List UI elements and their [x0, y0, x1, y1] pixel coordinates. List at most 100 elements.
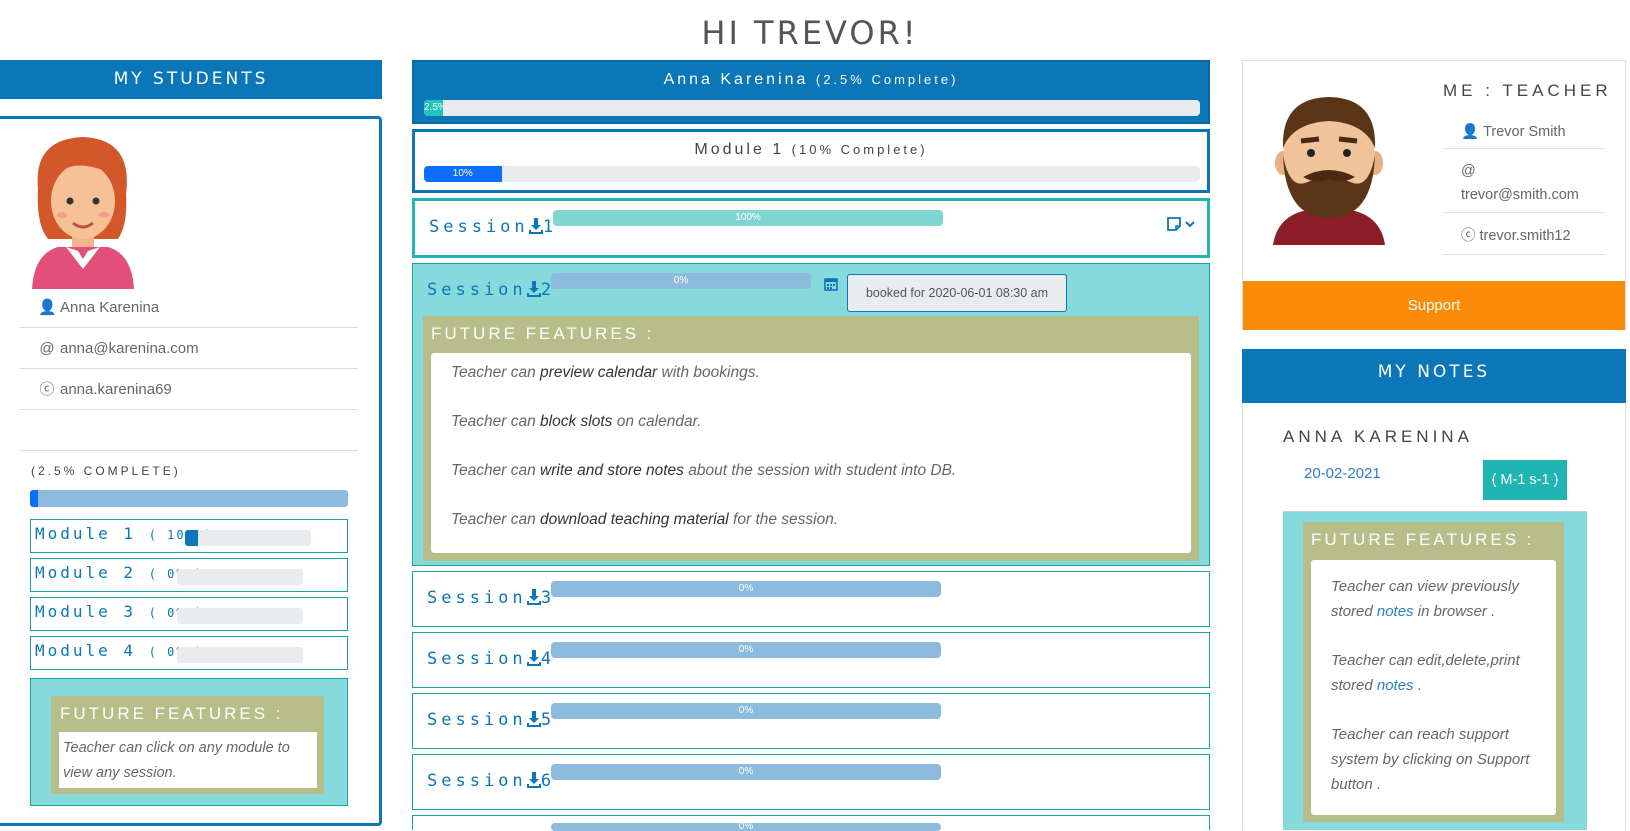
module-row-3[interactable]: Module 3 ( 0% ) — [30, 597, 348, 631]
calendar-icon[interactable] — [823, 276, 839, 292]
module-complete-label: (10% Complete) — [791, 142, 928, 157]
future-features-title: FUTURE FEATURES : — [60, 704, 284, 723]
session-pct: 0% — [738, 583, 754, 594]
student-progress-label: (2.5% COMPLETE) — [31, 464, 181, 478]
feature-item: Teacher can edit,delete,print stored not… — [1331, 652, 1520, 694]
course-title: Anna Karenina — [663, 71, 809, 88]
student-email: anna@karenina.com — [60, 340, 199, 357]
my-notes-header: MY NOTES — [1242, 349, 1626, 403]
teacher-name-row: 👤 Trevor Smith — [1443, 115, 1605, 149]
teacher-name: Trevor Smith — [1483, 124, 1566, 140]
module-label: Module 1 — [35, 524, 137, 543]
future-features-list: Teacher can view previously stored notes… — [1311, 560, 1556, 815]
session-pct: 0% — [738, 705, 754, 716]
notes-link[interactable]: notes — [1377, 677, 1414, 694]
module-progress-fill: 10% — [424, 166, 502, 182]
user-icon: 👤 — [1461, 124, 1480, 140]
course-progress-header[interactable]: Anna Karenina (2.5% Complete) 2.5% — [412, 60, 1210, 124]
module-progress-fill — [185, 530, 198, 546]
download-icon[interactable] — [525, 587, 543, 607]
teacher-card: ME : TEACHER 👤 Trevor Smith @ trevor@smith… — [1242, 60, 1626, 330]
notes-link[interactable]: notes — [1377, 603, 1414, 620]
module-label: Module 2 — [35, 563, 137, 582]
session-progress-bar: 0% — [551, 581, 941, 597]
student-progress-bar — [30, 490, 348, 507]
teacher-skype-row: ⓒ trevor.smith12 — [1443, 217, 1605, 255]
session-row-5[interactable]: Session 5 0% — [412, 693, 1210, 749]
session-pct: 0% — [673, 275, 689, 286]
module-progress-bar — [177, 647, 303, 663]
session-row-3[interactable]: Session 3 0% — [412, 571, 1210, 627]
session-row-6[interactable]: Session 6 0% — [412, 754, 1210, 810]
module-row-2[interactable]: Module 2 ( 0% ) — [30, 558, 348, 592]
session-progress-bar: 0% — [551, 764, 941, 780]
at-icon: @ — [1461, 163, 1476, 179]
feature-item: Teacher can download teaching material f… — [451, 511, 839, 528]
session-row-2[interactable]: Session 2 0% booked for 2020-06-01 08:30… — [412, 263, 1210, 566]
module-label: Module 4 — [35, 641, 137, 660]
page-greeting: HI TREVOR! — [701, 14, 919, 52]
future-features-title: FUTURE FEATURES : — [1311, 530, 1535, 549]
user-icon: 👤 — [38, 299, 57, 316]
feature-item: Teacher can preview calendar with bookin… — [451, 364, 760, 381]
course-complete-label: (2.5% Complete) — [815, 72, 959, 87]
session-progress-bar: 0% — [551, 642, 941, 658]
teacher-email: trevor@smith.com — [1461, 187, 1579, 203]
teacher-avatar — [1273, 97, 1385, 245]
my-students-header: MY STUDENTS — [0, 60, 382, 99]
module-progress-bar — [185, 530, 311, 546]
feature-item: Teacher can write and store notes about … — [451, 462, 957, 479]
feature-item: Teacher can block slots on calendar. — [451, 413, 702, 430]
note-student-name: ANNA KARENINA — [1283, 427, 1473, 446]
student-progress-fill — [30, 490, 38, 507]
feature-item: Teacher can view previously stored notes… — [1331, 578, 1519, 620]
at-icon: @ — [39, 340, 55, 357]
note-date-link[interactable]: 20-02-2021 — [1304, 465, 1381, 482]
student-name: Anna Karenina — [60, 299, 160, 316]
session-pct: 0% — [738, 766, 754, 777]
module-row-1[interactable]: Module 1 ( 10% ) — [30, 519, 348, 553]
support-button[interactable]: Support — [1243, 281, 1625, 330]
download-icon[interactable] — [525, 648, 543, 668]
future-features-list: Teacher can preview calendar with bookin… — [431, 353, 1191, 553]
note-session-tag[interactable]: ( M-1 s-1 ) — [1483, 460, 1567, 500]
teacher-skype: trevor.smith12 — [1479, 228, 1571, 244]
notes-panel: ANNA KARENINA 20-02-2021 ( M-1 s-1 ) FUT… — [1242, 403, 1626, 830]
notes-toggle-icon[interactable] — [1165, 215, 1197, 233]
session-row-7[interactable]: 0% — [412, 815, 1210, 831]
course-progress-fill: 2.5% — [424, 100, 444, 116]
student-name-row: 👤 Anna Karenina — [20, 287, 358, 328]
session-progress-bar: 0% — [551, 273, 811, 289]
module-title: Module 1 — [694, 141, 785, 158]
future-features-text: Teacher can click on any module to view … — [59, 732, 317, 788]
booking-badge: booked for 2020-06-01 08:30 am — [847, 274, 1067, 312]
divider — [20, 450, 358, 451]
download-icon[interactable] — [525, 770, 543, 790]
student-skype: anna.karenina69 — [60, 381, 172, 398]
future-features-title: FUTURE FEATURES : — [431, 324, 655, 343]
session-pct: 0% — [738, 644, 754, 655]
download-icon[interactable] — [525, 709, 543, 729]
course-progress-bar: 2.5% — [424, 100, 1200, 116]
session-future-features: FUTURE FEATURES : Teacher can preview ca… — [423, 316, 1199, 561]
module-progress-bar: 10% — [424, 166, 1200, 182]
download-icon[interactable] — [527, 216, 545, 236]
session-row-4[interactable]: Session 4 0% — [412, 632, 1210, 688]
module-label: Module 3 — [35, 602, 137, 621]
download-icon[interactable] — [525, 279, 543, 299]
module-progress-bar — [177, 569, 303, 585]
student-skype-row: ⓒ anna.karenina69 — [20, 369, 358, 410]
session-row-1[interactable]: Session 1 100% — [412, 198, 1210, 258]
module-progress-bar — [177, 608, 303, 624]
student-avatar — [32, 137, 134, 289]
module-progress-header[interactable]: Module 1 (10% Complete) 10% — [412, 129, 1210, 193]
feature-item: Teacher can reach support system by clic… — [1331, 726, 1530, 793]
session-progress-bar: 0% — [551, 703, 941, 719]
notes-future-features: FUTURE FEATURES : Teacher can view previ… — [1283, 511, 1587, 830]
students-future-features: FUTURE FEATURES : Teacher can click on a… — [30, 678, 348, 806]
teacher-email-row: @ trevor@smith.com — [1443, 153, 1605, 213]
session-pct: 100% — [735, 212, 761, 223]
teacher-role-title: ME : TEACHER — [1443, 81, 1612, 100]
session-progress-bar: 100% — [553, 210, 943, 226]
module-row-4[interactable]: Module 4 ( 0% ) — [30, 636, 348, 670]
